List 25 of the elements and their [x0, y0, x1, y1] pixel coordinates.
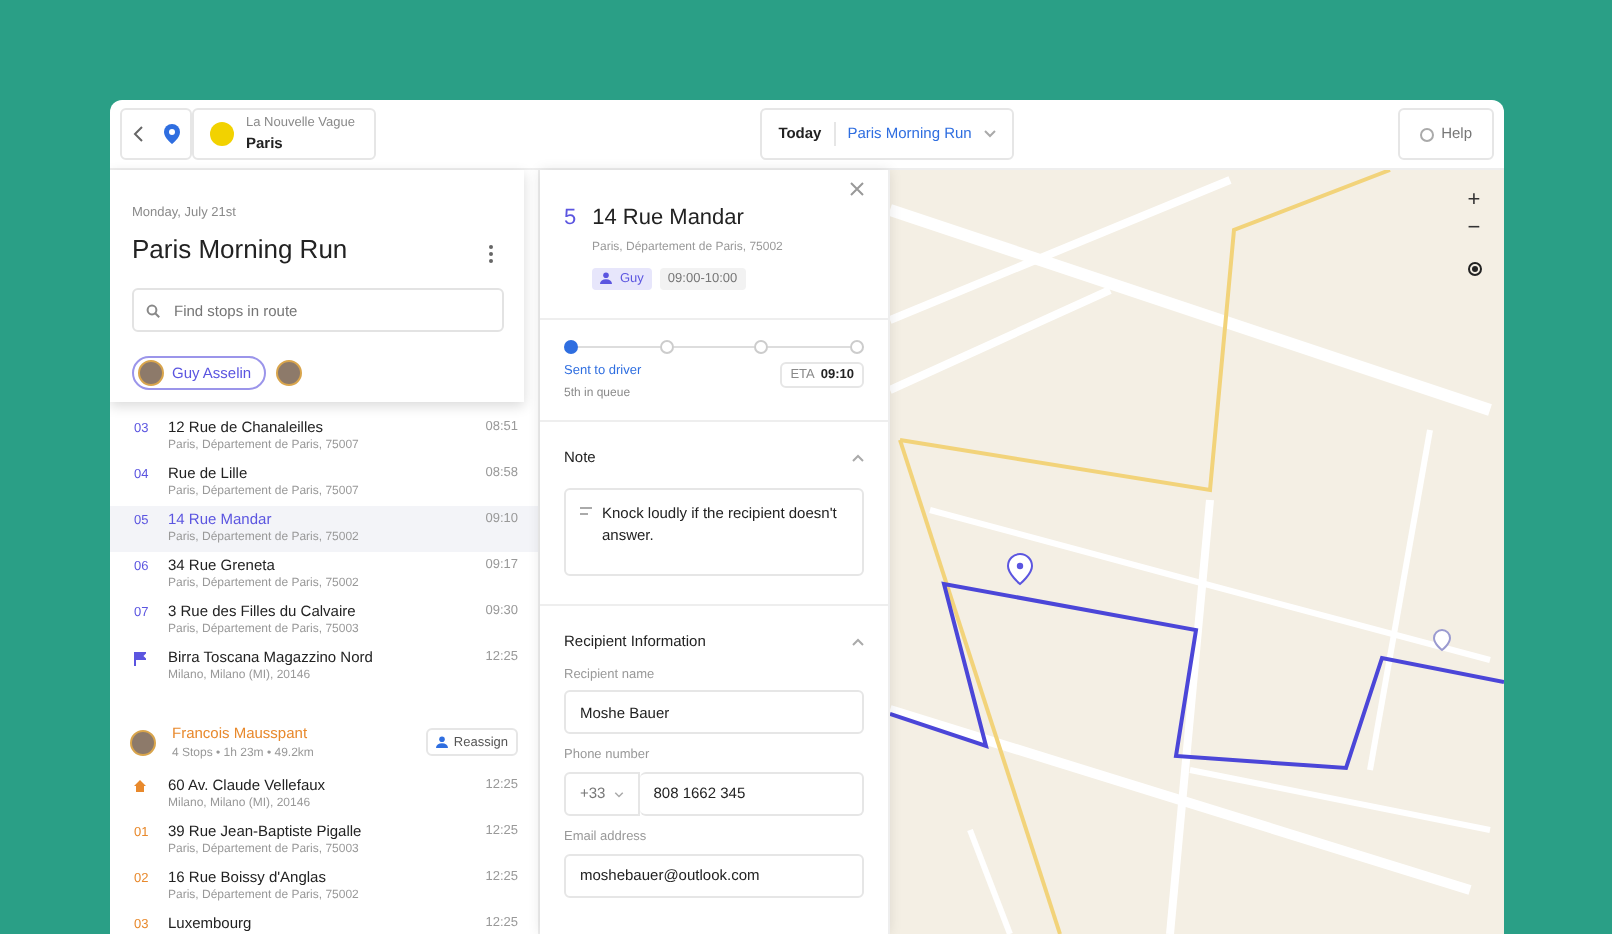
close-icon [850, 181, 864, 195]
collapse-button[interactable] [852, 449, 864, 466]
map-pin-icon [164, 124, 180, 144]
chevron-icon [852, 637, 864, 646]
stop-number: 5 [564, 204, 577, 234]
zoom-out-button[interactable]: − [1460, 214, 1488, 242]
chevron-left-icon [132, 126, 144, 142]
stop-title: 14 Rue Mandar [592, 204, 744, 234]
text-lines-icon [580, 506, 592, 517]
zoom-in-button[interactable]: + [1460, 186, 1488, 214]
caret-icon [983, 130, 996, 138]
more-icon [488, 244, 494, 265]
route-title: Paris Morning Run [132, 231, 348, 268]
collapse-button[interactable] [852, 633, 864, 650]
help-icon [1419, 127, 1434, 141]
person-icon [600, 272, 612, 285]
map-pin-icon [1007, 553, 1033, 585]
caret-icon [613, 791, 624, 797]
organization-logo [210, 122, 234, 146]
target-icon [1465, 259, 1483, 278]
driver-avatar [130, 729, 156, 756]
driver-avatar[interactable] [273, 358, 304, 389]
chevron-icon [852, 453, 864, 462]
person-icon [435, 736, 448, 749]
map-pin-icon [1433, 629, 1451, 651]
